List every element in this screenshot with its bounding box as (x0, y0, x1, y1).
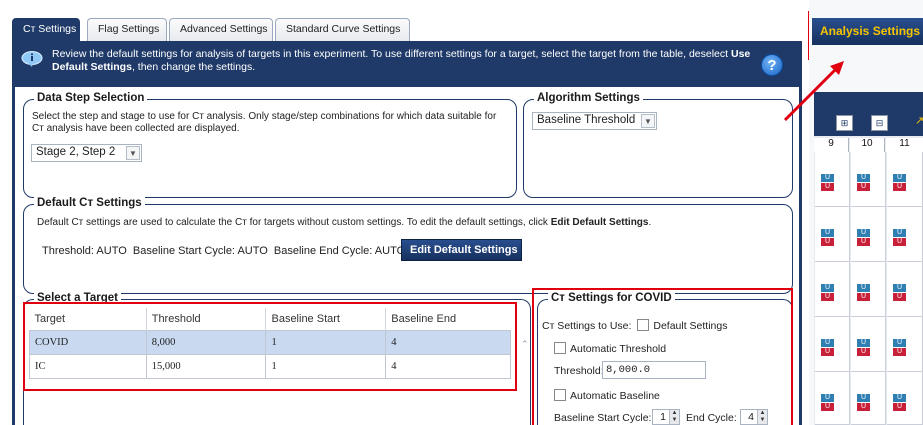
data-step-title: Data Step Selection (34, 92, 148, 104)
default-ct-summary: Threshold: AUTO Baseline Start Cycle: AU… (42, 245, 406, 257)
well-target-label: U (821, 238, 834, 246)
plate-well[interactable]: UU (887, 372, 923, 425)
edit-default-settings-button[interactable]: Edit Default Settings (401, 239, 522, 261)
banner-text: Review the default settings for analysis… (52, 48, 751, 73)
zoom-out-icon[interactable]: ⊟ (871, 115, 888, 131)
algorithm-group: Algorithm Settings Baseline Threshold ▼ (523, 92, 793, 198)
well-target-label: U (857, 403, 870, 411)
well-target-label: U (821, 339, 834, 347)
well-target-label: U (893, 183, 906, 191)
chevron-down-icon[interactable]: ▼ (641, 114, 655, 128)
tab-flag-settings[interactable]: Flag Settings (87, 18, 167, 42)
algorithm-value: Baseline Threshold (537, 114, 636, 126)
well-marker-icon: UU (821, 174, 834, 191)
well-marker-icon: UU (893, 394, 906, 411)
well-target-label: U (857, 229, 870, 237)
well-marker-icon: UU (893, 174, 906, 191)
stage-step-value: Stage 2, Step 2 (36, 146, 116, 158)
plate-well[interactable]: UU (815, 317, 850, 372)
well-target-label: U (893, 403, 906, 411)
well-target-label: U (893, 293, 906, 301)
well-target-label: U (893, 229, 906, 237)
settings-tabbar: Cт Settings Flag Settings Advanced Setti… (12, 18, 802, 42)
plate-well[interactable]: UU (851, 262, 886, 317)
plate-well[interactable]: UU (851, 372, 886, 425)
info-banner: Review the default settings for analysis… (12, 41, 802, 85)
default-ct-description: Default Cт settings are used to calculat… (37, 217, 652, 228)
default-ct-group: Default Cт Settings Default Cт settings … (23, 197, 793, 294)
well-target-label: U (893, 348, 906, 356)
plate-column-header[interactable]: 11 (886, 138, 923, 152)
red-arrow-icon (783, 61, 844, 122)
well-target-label: U (821, 229, 834, 237)
plate-well[interactable]: UU (815, 262, 850, 317)
well-marker-icon: UU (821, 229, 834, 246)
well-marker-icon: UU (821, 394, 834, 411)
info-icon (21, 51, 43, 67)
well-target-label: U (857, 293, 870, 301)
well-target-label: U (857, 183, 870, 191)
well-marker-icon: UU (857, 339, 870, 356)
plate-well[interactable]: UU (851, 207, 886, 262)
well-target-label: U (857, 238, 870, 246)
well-target-label: U (821, 293, 834, 301)
tab-standard-curve-settings[interactable]: Standard Curve Settings (275, 18, 410, 42)
plate-well[interactable]: UU (851, 152, 886, 207)
tab-advanced-settings[interactable]: Advanced Settings (169, 18, 273, 42)
well-target-label: U (893, 339, 906, 347)
well-target-label: U (821, 403, 834, 411)
well-target-label: U (893, 394, 906, 402)
algorithm-title: Algorithm Settings (534, 92, 643, 104)
algorithm-select[interactable]: Baseline Threshold ▼ (532, 112, 657, 130)
plate-column-header[interactable]: 9 (814, 138, 849, 152)
ct-covid-highlight (532, 288, 793, 425)
well-marker-icon: UU (857, 394, 870, 411)
well-marker-icon: UU (821, 339, 834, 356)
well-target-label: U (821, 348, 834, 356)
stage-step-select[interactable]: Stage 2, Step 2 ▼ (31, 144, 142, 162)
plate-well[interactable]: UU (851, 317, 886, 372)
plate-well[interactable]: UU (887, 262, 923, 317)
well-marker-icon: UU (893, 339, 906, 356)
well-target-label: U (893, 238, 906, 246)
well-marker-icon: UU (893, 284, 906, 301)
well-marker-icon: UU (857, 174, 870, 191)
data-step-description: Select the step and stage to use for Cт … (32, 111, 497, 134)
well-marker-icon: UU (893, 229, 906, 246)
data-step-group: Data Step Selection Select the step and … (23, 92, 517, 198)
plate-column-header[interactable]: 10 (850, 138, 885, 152)
well-marker-icon: UU (857, 284, 870, 301)
plate-well[interactable]: UU (887, 317, 923, 372)
plate-well[interactable]: UU (887, 152, 923, 207)
default-ct-title: Default Cт Settings (34, 197, 145, 209)
analysis-settings-button[interactable]: Analysis Settings (812, 18, 923, 45)
plate-well[interactable]: UU (815, 372, 850, 425)
well-target-label: U (857, 174, 870, 182)
well-marker-icon: UU (821, 284, 834, 301)
tab-ct-settings[interactable]: Cт Settings (12, 18, 80, 42)
expand-icon[interactable]: ↗ (915, 114, 923, 127)
plate-well[interactable]: UU (815, 152, 850, 207)
well-target-label: U (857, 284, 870, 292)
well-target-label: U (857, 348, 870, 356)
chevron-down-icon[interactable]: ▼ (126, 146, 140, 160)
well-target-label: U (893, 174, 906, 182)
well-target-label: U (821, 183, 834, 191)
well-target-label: U (821, 394, 834, 402)
well-marker-icon: UU (857, 229, 870, 246)
scroll-up-icon[interactable]: ⌃ (521, 339, 529, 350)
well-target-label: U (857, 339, 870, 347)
well-target-label: U (821, 284, 834, 292)
well-target-label: U (821, 174, 834, 182)
plate-well[interactable]: UU (887, 207, 923, 262)
plate-well[interactable]: UU (815, 207, 850, 262)
target-table-highlight (23, 302, 517, 391)
well-target-label: U (857, 394, 870, 402)
well-target-label: U (893, 284, 906, 292)
